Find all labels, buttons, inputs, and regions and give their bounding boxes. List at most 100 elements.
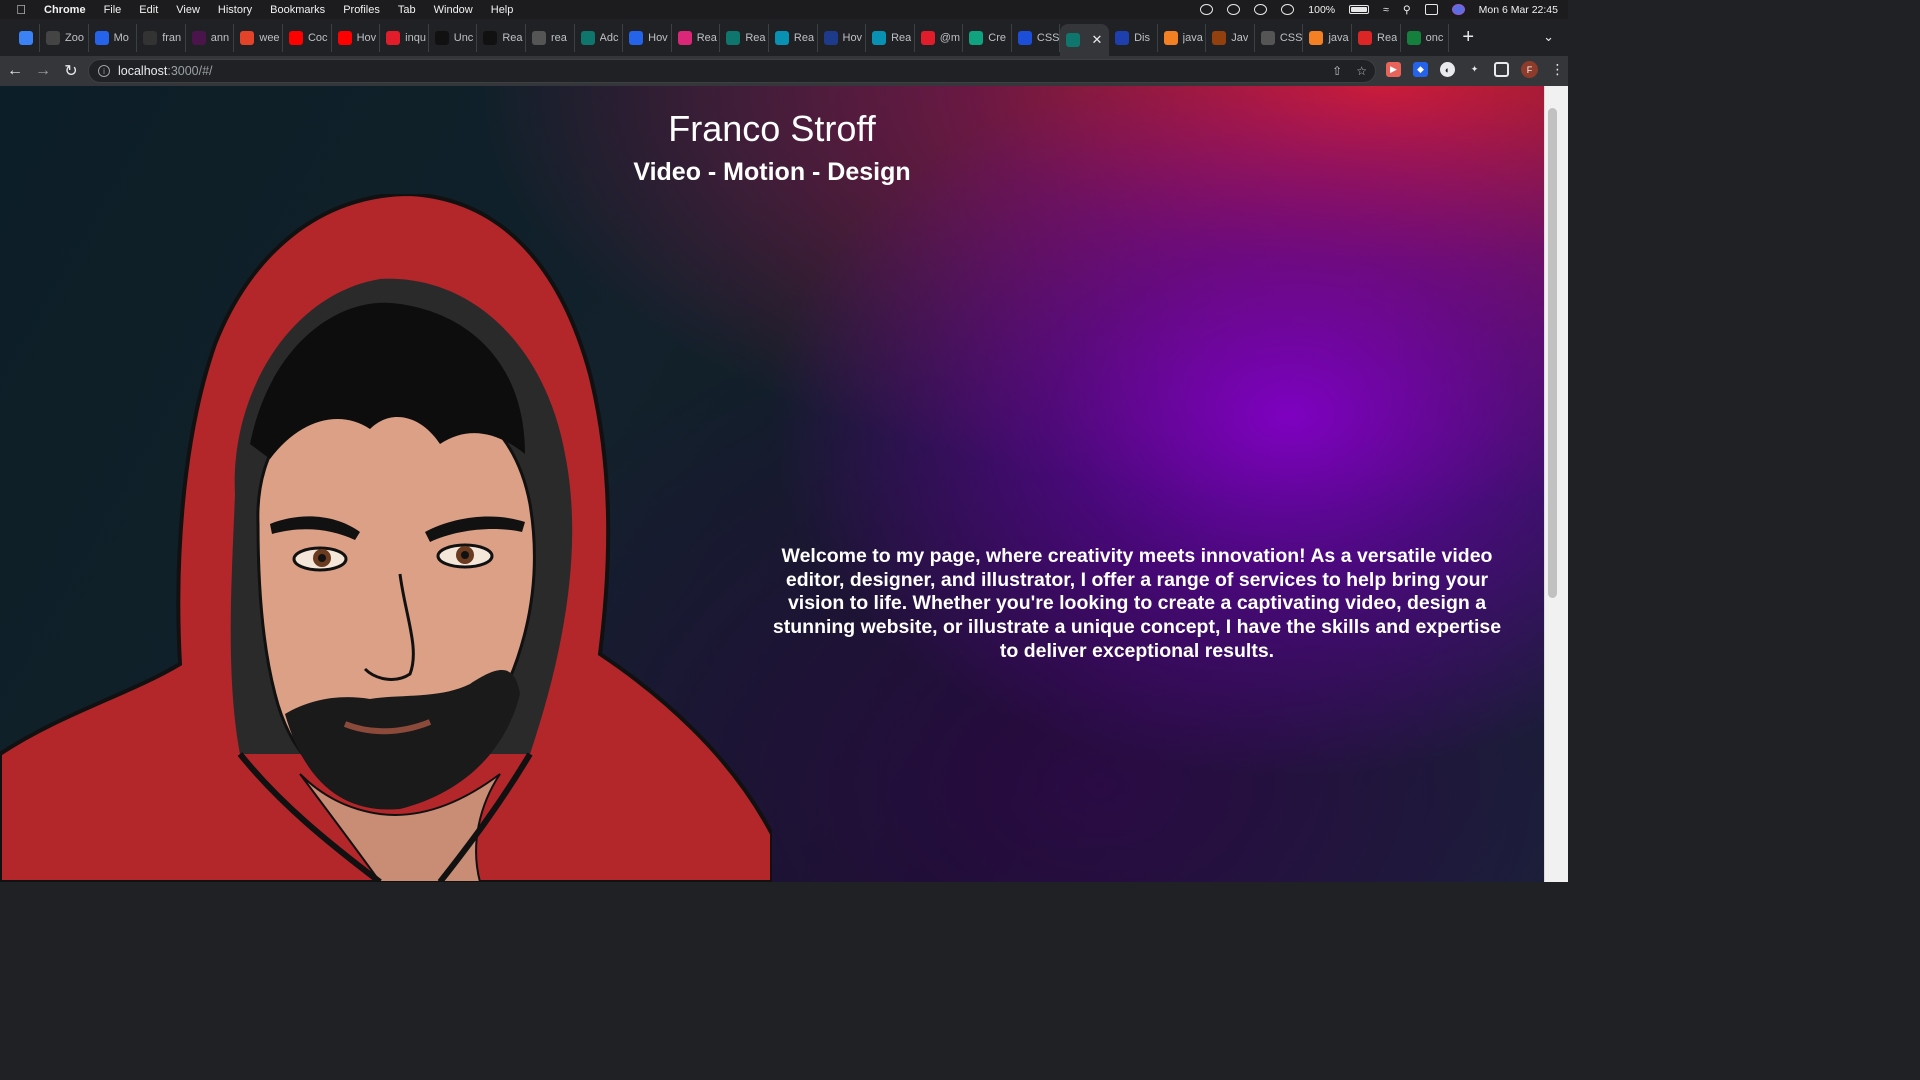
browser-tab-label: fran [162, 31, 182, 44]
react-icon [1066, 32, 1081, 47]
control-center-icon[interactable] [1424, 4, 1438, 15]
browser-tab-label: CSS [1036, 31, 1060, 44]
menu-file[interactable]: File [95, 4, 131, 16]
browser-tab[interactable]: Coc [283, 23, 332, 52]
browser-tab-active[interactable]: ✕ [1060, 23, 1110, 56]
dots-icon [1260, 30, 1275, 45]
browser-tab[interactable]: @m [915, 23, 964, 52]
browser-tab[interactable]: Zoo [40, 23, 89, 52]
menu-history[interactable]: History [209, 4, 261, 16]
react-icon [580, 30, 595, 45]
browser-tab-label: Hov [842, 31, 863, 44]
browser-tab[interactable]: CSS [1012, 23, 1061, 52]
browser-tab-label: Coc [307, 31, 328, 44]
browser-tab[interactable]: wee [234, 23, 283, 52]
menu-profiles[interactable]: Profiles [334, 4, 389, 16]
browser-tab-label: Rea [891, 31, 912, 44]
medium-icon [483, 30, 498, 45]
stackoverflow-icon [1163, 30, 1178, 45]
play-icon[interactable] [1281, 4, 1295, 15]
browser-tab-label: @m [939, 31, 961, 44]
browser-tab[interactable]: Mo [89, 23, 138, 52]
browser-tab[interactable]: Adc [575, 23, 624, 52]
browser-tab-strip: Zoo Mo fran ann wee Coc Hov inqu Unc Rea rea Adc Hov… [0, 19, 1568, 56]
forward-arrow-icon[interactable]: → [30, 58, 56, 84]
menu-app-name[interactable]: Chrome [42, 4, 95, 16]
address-bar[interactable]: i localhost:3000/#/ ⇧ ☆ [88, 59, 1376, 83]
react-icon [872, 30, 887, 45]
profile-avatar[interactable]: F [1521, 61, 1538, 78]
browser-tab[interactable]: onc [1401, 23, 1450, 52]
intro-paragraph: Welcome to my page, where creativity mee… [772, 545, 1502, 662]
menu-view[interactable]: View [167, 4, 209, 16]
video-extension-icon[interactable]: ▶ [1386, 62, 1401, 77]
new-tab-button[interactable]: + [1453, 26, 1483, 49]
menu-edit[interactable]: Edit [130, 4, 167, 16]
pinned-gem-icon [19, 30, 33, 45]
browser-tab[interactable]: CSS [1255, 23, 1304, 52]
browser-tab[interactable]: Rea [1352, 23, 1401, 52]
youtube-icon [288, 30, 303, 45]
browser-tab[interactable]: Jav [1206, 23, 1255, 52]
spotlight-search-icon[interactable]: ⚲ [1403, 4, 1411, 16]
share-icon[interactable]: ⇧ [1332, 64, 1342, 78]
site-info-icon[interactable]: i [98, 65, 110, 77]
sync-icon[interactable] [1227, 4, 1241, 15]
browser-tab[interactable]: java [1303, 23, 1353, 52]
browser-tab[interactable]: Rea [477, 23, 526, 52]
browser-tab[interactable]: Hov [623, 23, 672, 52]
browser-tab[interactable] [12, 23, 40, 52]
browser-tab-label: Rea [1377, 31, 1398, 44]
browser-tab-label: wee [259, 31, 280, 44]
browser-tab[interactable]: rea [526, 23, 575, 52]
tab-search-chevron-icon[interactable]: ⌄ [1543, 29, 1554, 45]
browser-tab[interactable]: Unc [429, 23, 478, 52]
reload-icon[interactable]: ↻ [58, 58, 84, 84]
scrollbar-thumb[interactable] [1548, 108, 1557, 598]
browser-tab[interactable]: Rea [769, 23, 818, 52]
browser-tab-label: Jav [1231, 31, 1249, 44]
battery-percent: 100% [1308, 3, 1336, 16]
more-menu-icon[interactable]: ⋮ [1550, 61, 1565, 77]
browser-tab[interactable]: java [1158, 23, 1207, 52]
extensions-puzzle-icon[interactable]: ✦ [1467, 62, 1482, 77]
page-viewport: Franco Stroff Video - Motion - Design We… [0, 86, 1544, 882]
menu-help[interactable]: Help [482, 4, 523, 16]
menu-tab[interactable]: Tab [389, 4, 425, 16]
apple-icon[interactable]:  [0, 2, 42, 17]
gem-extension-icon[interactable]: ◆ [1413, 62, 1428, 77]
side-panel-icon[interactable] [1494, 62, 1509, 77]
menu-bookmarks[interactable]: Bookmarks [261, 4, 334, 16]
browser-tab-label: Adc [599, 31, 619, 44]
browser-tab-label: Hov [356, 31, 377, 44]
browser-tab[interactable]: ann [186, 23, 235, 52]
browser-tab[interactable]: Rea [720, 23, 769, 52]
hooded-portrait-illustration [0, 194, 772, 882]
creative-cloud-icon[interactable] [1200, 4, 1214, 15]
close-tab-icon[interactable]: ✕ [1091, 32, 1102, 48]
browser-tab[interactable]: Hov [332, 23, 381, 52]
react-icon [774, 30, 789, 45]
browser-tab[interactable]: fran [137, 23, 186, 52]
browser-tab-label: CSS [1279, 31, 1303, 44]
battery-icon[interactable] [1349, 5, 1370, 14]
wifi-icon[interactable]: ≈ [1383, 4, 1389, 16]
menu-window[interactable]: Window [425, 4, 482, 16]
browser-tab[interactable]: Rea [866, 23, 915, 52]
dark-mode-extension-icon[interactable]: ◐ [1440, 62, 1455, 77]
browser-tab[interactable]: Cre [963, 23, 1012, 52]
page-scrollbar[interactable] [1544, 86, 1568, 882]
w-icon [1406, 30, 1421, 45]
browser-tab-label: Rea [745, 31, 766, 44]
browser-tab-label: onc [1425, 31, 1444, 44]
browser-tab[interactable]: Rea [672, 23, 721, 52]
browser-tab[interactable]: Hov [818, 23, 867, 52]
browser-tab-label: inqu [405, 31, 426, 44]
browser-tab[interactable]: inqu [380, 23, 429, 52]
bookmark-star-icon[interactable]: ☆ [1356, 64, 1367, 78]
menu-clock[interactable]: Mon 6 Mar 22:45 [1479, 4, 1558, 16]
siri-icon[interactable] [1451, 4, 1465, 15]
chatgpt-icon[interactable] [1254, 4, 1268, 15]
back-arrow-icon[interactable]: ← [2, 58, 28, 84]
browser-tab[interactable]: Dis [1109, 23, 1158, 52]
